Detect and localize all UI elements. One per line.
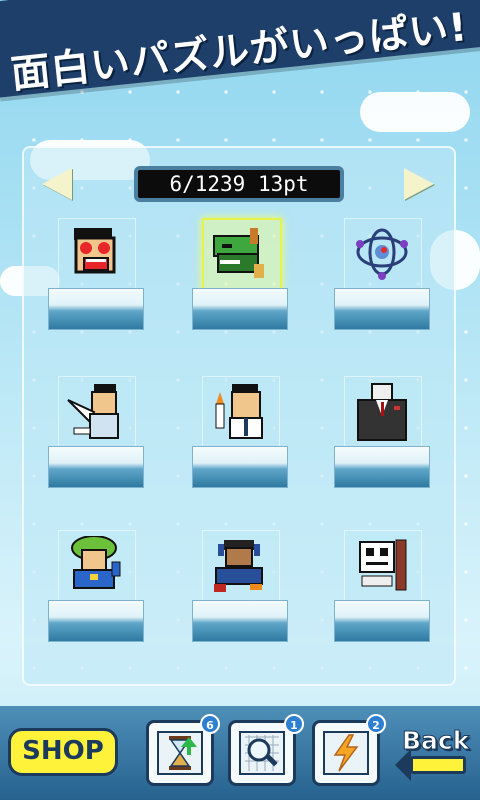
magnifier-icon	[245, 735, 279, 771]
lightning-icon	[333, 734, 359, 772]
puzzle-slot[interactable]	[192, 218, 288, 330]
suited-man-icon	[357, 383, 407, 441]
heart-eyes-face-icon	[74, 228, 116, 274]
left-arrow-icon[interactable]	[42, 168, 72, 200]
man-flying-icon	[67, 384, 119, 439]
lightning-count-badge: 2	[366, 714, 386, 734]
man-with-torch-icon	[215, 384, 263, 439]
puzzle-slot[interactable]	[334, 530, 430, 642]
right-arrow-icon[interactable]	[404, 168, 434, 200]
shop-button[interactable]: SHOP	[8, 728, 118, 776]
puzzle-slot[interactable]	[48, 376, 144, 488]
cloud	[360, 92, 470, 132]
back-button[interactable]: Back	[395, 726, 476, 782]
robot-face-icon	[359, 539, 407, 591]
atom-molecule-icon	[356, 228, 408, 280]
hourglass-icon	[169, 736, 197, 770]
green-dragon-icon	[213, 228, 264, 278]
puzzle-slot[interactable]	[48, 530, 144, 642]
man-with-headphones-icon	[214, 540, 263, 592]
puzzle-counter: 6/1239 13pt	[134, 166, 344, 202]
magnifier-count-badge: 1	[284, 714, 304, 734]
green-hair-dancer-icon	[71, 536, 121, 589]
back-label: Back	[401, 726, 470, 756]
puzzle-slot[interactable]	[192, 376, 288, 488]
puzzle-slot[interactable]	[334, 376, 430, 488]
puzzle-slot[interactable]	[192, 530, 288, 642]
back-arrow-icon	[395, 749, 466, 781]
puzzle-slot[interactable]	[334, 218, 430, 330]
puzzle-slot[interactable]	[48, 218, 144, 330]
hourglass-count-badge: 6	[200, 714, 220, 734]
